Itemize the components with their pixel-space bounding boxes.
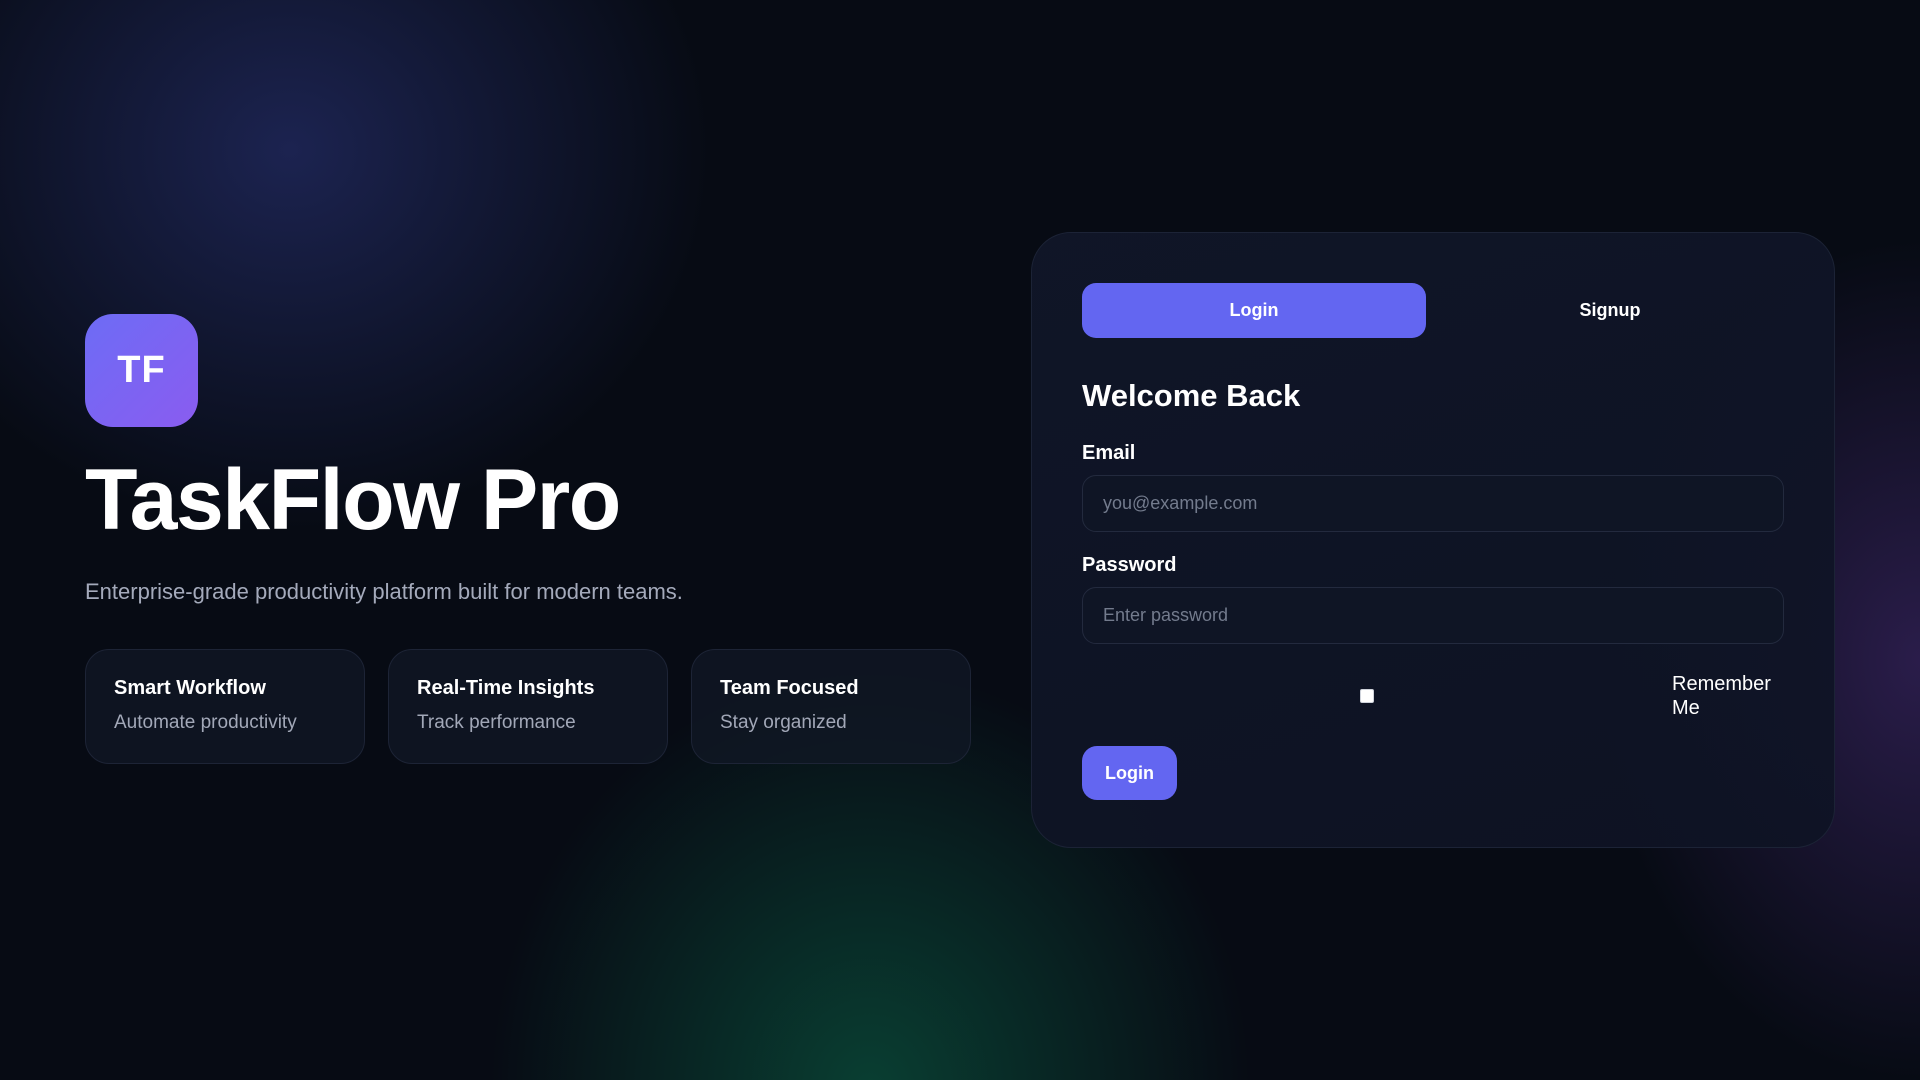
logo-text: TF (117, 349, 166, 391)
feature-card-team-focused: Team Focused Stay organized (691, 649, 971, 764)
tab-signup[interactable]: Signup (1436, 283, 1784, 338)
login-button[interactable]: Login (1082, 746, 1177, 800)
auth-tabs: Login Signup (1082, 283, 1784, 338)
feature-title: Smart Workflow (114, 677, 266, 699)
app-tagline: Enterprise-grade productivity platform b… (85, 579, 683, 604)
feature-subtitle: Automate productivity (114, 712, 297, 733)
password-field[interactable] (1082, 587, 1784, 644)
feature-title: Real-Time Insights (417, 677, 595, 699)
feature-subtitle: Track performance (417, 712, 576, 733)
feature-card-smart-workflow: Smart Workflow Automate productivity (85, 649, 365, 764)
feature-title: Team Focused (720, 677, 859, 699)
form-heading: Welcome Back (1082, 378, 1301, 413)
feature-subtitle: Stay organized (720, 712, 847, 733)
email-label: Email (1082, 442, 1136, 464)
feature-card-real-time-insights: Real-Time Insights Track performance (388, 649, 668, 764)
hero-section: TF TaskFlow Pro Enterprise-grade product… (85, 314, 985, 764)
email-field[interactable] (1082, 475, 1784, 532)
auth-card: Login Signup Welcome Back Email Password… (1031, 232, 1835, 848)
app-title: TaskFlow Pro (85, 452, 621, 548)
password-label: Password (1082, 554, 1177, 576)
remember-me-label: Remember Me (1672, 673, 1771, 719)
feature-cards: Smart Workflow Automate productivity Rea… (85, 649, 985, 764)
tab-login[interactable]: Login (1082, 283, 1426, 338)
app-logo: TF (85, 314, 198, 427)
remember-me-row: Remember Me (1082, 662, 1784, 732)
remember-me-checkbox[interactable] (1360, 689, 1374, 703)
